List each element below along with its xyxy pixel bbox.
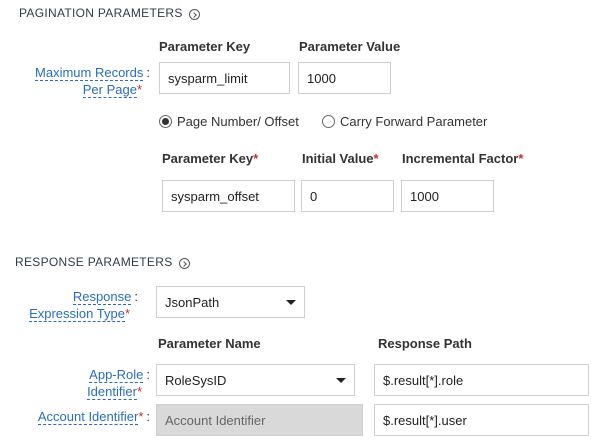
response-section-title: RESPONSE PARAMETERS (15, 255, 190, 269)
radio-page-number-button[interactable] (159, 115, 172, 128)
response-expression-type-value: JsonPath (165, 294, 220, 310)
pagination-title-text: PAGINATION PARAMETERS (19, 6, 183, 20)
response-expression-label-line1: Response (72, 289, 132, 305)
response-title-text: RESPONSE PARAMETERS (15, 255, 173, 269)
header-parameter-value: Parameter Value (299, 39, 401, 54)
offset-key-input[interactable]: sysparm_offset (162, 180, 295, 212)
info-circle-icon[interactable] (178, 257, 190, 269)
app-role-path-input[interactable]: $.result[*].role (374, 364, 589, 396)
account-identifier-name-input: Account Identifier (156, 404, 363, 436)
pagination-section-title: PAGINATION PARAMETERS (19, 6, 200, 20)
radio-carry-forward-button[interactable] (322, 115, 335, 128)
header-response-path: Response Path (378, 336, 472, 351)
radio-page-number-label: Page Number/ Offset (177, 114, 299, 129)
account-identifier-path-input[interactable]: $.result[*].user (374, 404, 589, 436)
chevron-down-icon (336, 377, 346, 383)
offset-initial-input[interactable]: 0 (301, 180, 394, 212)
header-parameter-name: Parameter Name (158, 336, 261, 351)
response-expression-type-select[interactable]: JsonPath (156, 286, 305, 318)
header-parameter-key: Parameter Key (159, 39, 251, 54)
app-role-name-select[interactable]: RoleSysID (156, 364, 355, 396)
max-records-label-line2: Per Page (82, 82, 137, 98)
max-records-key-input[interactable]: sysparm_limit (159, 62, 290, 94)
max-records-label-line1: Maximum Records (35, 65, 144, 81)
account-identifier-label: Account Identifier*: (37, 409, 150, 425)
radio-carry-forward-option[interactable]: Carry Forward Parameter (322, 114, 487, 129)
response-expression-label-line2: Expression Type (29, 306, 125, 322)
offset-header-initial: Initial Value* (302, 151, 379, 166)
chevron-down-icon (286, 299, 296, 305)
app-role-label: App-Role: Identifier* (87, 367, 150, 400)
offset-header-increment: Incremental Factor* (402, 151, 524, 166)
radio-carry-forward-label: Carry Forward Parameter (340, 114, 488, 129)
app-role-name-value: RoleSysID (165, 372, 227, 388)
offset-increment-input[interactable]: 1000 (401, 180, 494, 212)
max-records-value-input[interactable]: 1000 (298, 62, 391, 94)
account-identifier-label-text: Account Identifier (37, 409, 139, 425)
response-expression-label: Response: Expression Type* (29, 289, 138, 322)
info-circle-icon[interactable] (188, 8, 200, 20)
app-role-label-line1: App-Role (89, 367, 144, 383)
offset-header-key: Parameter Key* (162, 151, 259, 166)
radio-page-number-option[interactable]: Page Number/ Offset (159, 114, 299, 129)
max-records-label: Maximum Records: Per Page* (35, 65, 150, 98)
app-role-label-line2: Identifier (87, 384, 137, 400)
